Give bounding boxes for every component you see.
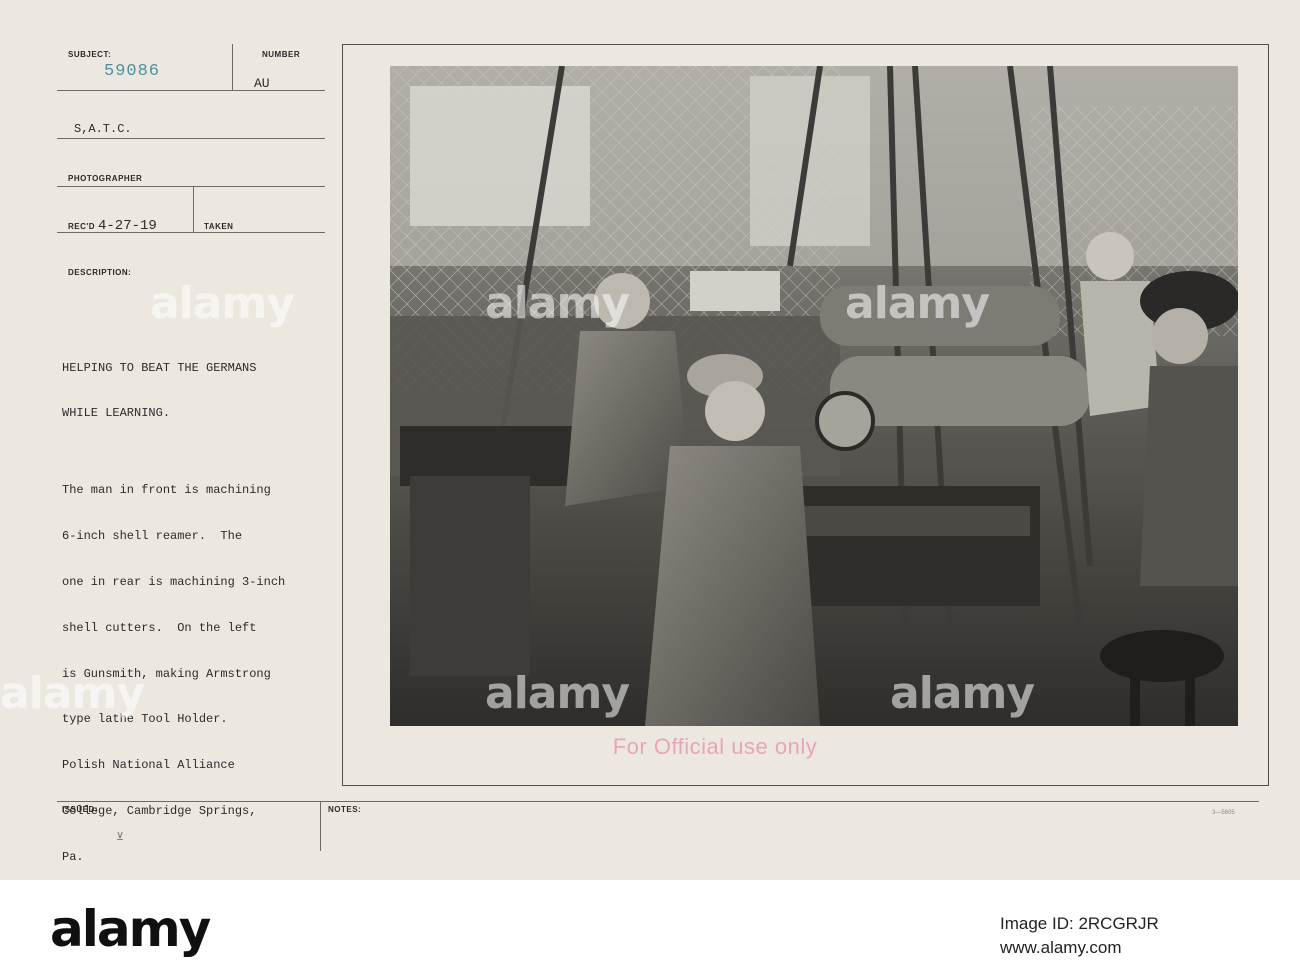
taken-label: TAKEN xyxy=(204,222,234,231)
image-id: Image ID: 2RCGRJR xyxy=(1000,914,1159,934)
watermark: alamy xyxy=(0,668,145,719)
watermark: alamy xyxy=(485,278,630,329)
description-line: HELPING TO BEAT THE GERMANS xyxy=(62,360,257,375)
site-link[interactable]: www.alamy.com xyxy=(1000,938,1122,958)
issued-mark: ⊻ xyxy=(116,831,125,843)
description-label: DESCRIPTION: xyxy=(68,268,132,277)
description-line: Pa. xyxy=(62,850,84,865)
subject-number: 59086 xyxy=(104,62,161,81)
rule xyxy=(57,186,325,187)
image-id-label: Image ID: xyxy=(1000,914,1074,933)
photographer-label: PHOTOGRAPHER xyxy=(68,174,143,183)
rule xyxy=(320,801,321,851)
description-line: College, Cambridge Springs, xyxy=(62,804,257,819)
alamy-logo: alamy xyxy=(50,900,211,958)
description-line: The man in front is machining xyxy=(62,482,271,497)
rule xyxy=(193,186,194,233)
photograph-image xyxy=(390,66,1238,726)
watermark: alamy xyxy=(150,278,295,329)
form-code: 3—5605 xyxy=(1212,810,1235,816)
number-label: NUMBER xyxy=(262,50,301,59)
watermark: alamy xyxy=(485,668,630,719)
workshop-photograph xyxy=(390,66,1238,726)
number-value: AU xyxy=(254,76,270,91)
description-line: 6-inch shell reamer. The xyxy=(62,528,243,543)
description-line: shell cutters. On the left xyxy=(62,620,257,635)
watermark: alamy xyxy=(890,668,1035,719)
unit-code: S,A.T.C. xyxy=(74,122,132,136)
notes-label: NOTES: xyxy=(328,805,362,814)
description-line: Polish National Alliance xyxy=(62,758,235,773)
received-date: 4-27-19 xyxy=(98,218,157,234)
image-id-value: 2RCGRJR xyxy=(1078,914,1159,933)
description-text: HELPING TO BEAT THE GERMANS WHILE LEARNI… xyxy=(62,330,285,896)
archive-card: SUBJECT: NUMBER PHOTOGRAPHER REC'D TAKEN… xyxy=(0,0,1300,880)
rule xyxy=(57,90,325,91)
watermark: alamy xyxy=(845,278,990,329)
description-line: one in rear is machining 3-inch xyxy=(62,574,286,589)
description-line: WHILE LEARNING. xyxy=(62,406,171,421)
subject-label: SUBJECT: xyxy=(68,50,112,59)
recd-label: REC'D xyxy=(68,222,96,231)
rule xyxy=(57,138,325,139)
rule xyxy=(232,44,233,91)
official-use-stamp: For Official use only xyxy=(612,734,818,759)
